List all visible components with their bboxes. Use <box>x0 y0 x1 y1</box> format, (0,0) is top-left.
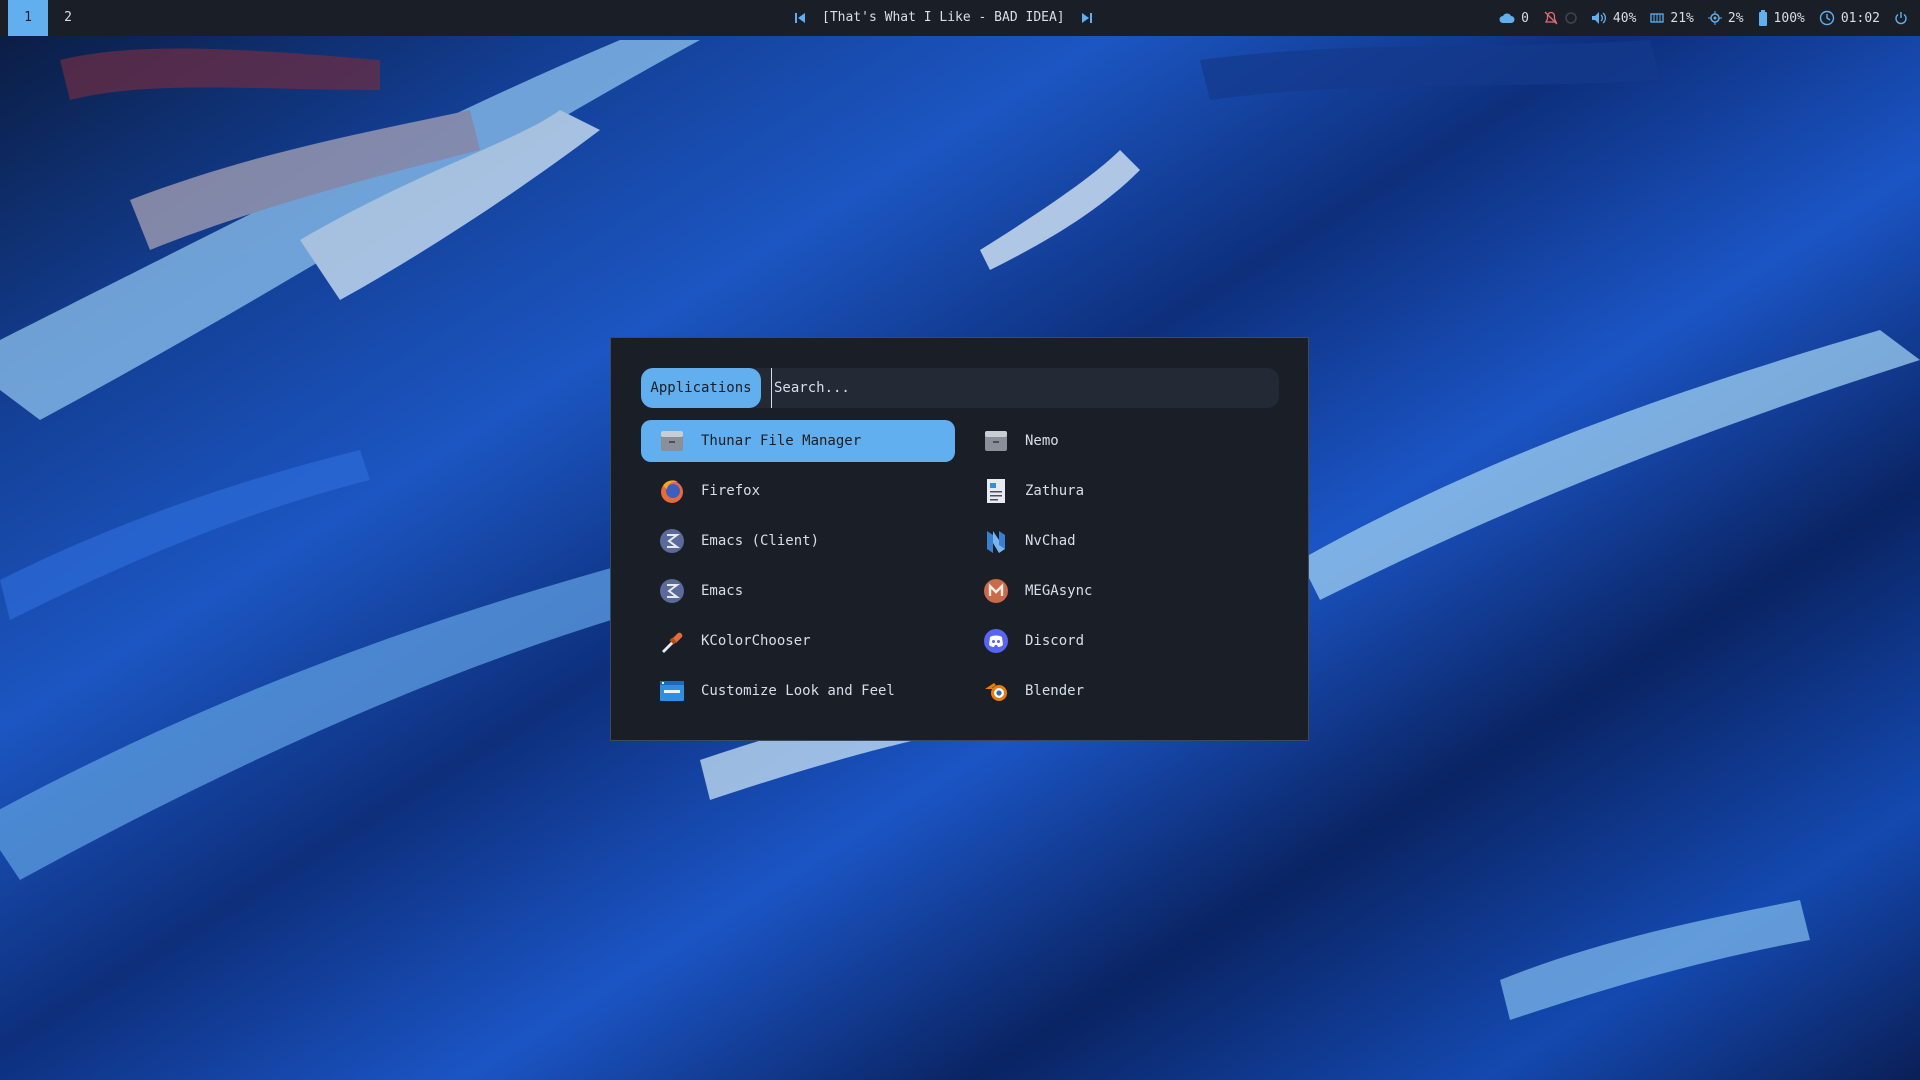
clock-icon <box>1819 10 1835 26</box>
cloud-sync-status[interactable]: 0 <box>1499 11 1529 26</box>
workspace-2-button[interactable]: 2 <box>50 0 86 36</box>
app-label: Thunar File Manager <box>701 433 862 449</box>
cpu-icon <box>1707 11 1722 25</box>
firefox-icon <box>657 476 687 506</box>
app-label: NvChad <box>1025 533 1076 549</box>
battery-status[interactable]: 100% <box>1758 10 1805 26</box>
file-manager-icon <box>657 426 687 456</box>
emacs-icon <box>657 526 687 556</box>
battery-icon <box>1758 10 1768 26</box>
next-track-icon[interactable] <box>1081 12 1093 24</box>
document-viewer-icon <box>981 476 1011 506</box>
app-label: Customize Look and Feel <box>701 683 895 699</box>
volume-level: 40% <box>1612 10 1637 26</box>
app-item-kcolorchooser[interactable]: KColorChooser <box>641 620 955 662</box>
workspace-1-button[interactable]: 1 <box>8 0 48 36</box>
app-item-nemo[interactable]: Nemo <box>965 420 1279 462</box>
discord-icon <box>981 626 1011 656</box>
app-label: Emacs (Client) <box>701 533 820 549</box>
app-item-thunar[interactable]: Thunar File Manager <box>641 420 955 462</box>
app-item-customize-look-and-feel[interactable]: Customize Look and Feel <box>641 670 955 712</box>
clock-time: 01:02 <box>1840 10 1880 26</box>
app-label: MEGAsync <box>1025 583 1093 599</box>
bell-off-icon <box>1543 11 1559 25</box>
color-picker-icon <box>657 626 687 656</box>
neovim-icon <box>981 526 1011 556</box>
launcher-search-bar: Applications <box>641 368 1279 408</box>
cpu-usage: 2% <box>1727 10 1744 26</box>
app-item-blender[interactable]: Blender <box>965 670 1279 712</box>
app-label: Nemo <box>1025 433 1059 449</box>
power-button[interactable] <box>1894 11 1908 25</box>
file-manager-icon <box>981 426 1011 456</box>
record-indicator-icon <box>1565 12 1577 24</box>
app-item-emacs-client[interactable]: Emacs (Client) <box>641 520 955 562</box>
blender-icon <box>981 676 1011 706</box>
now-playing-title: [That's What I Like - BAD IDEA] <box>822 10 1065 25</box>
mode-selector-applications[interactable]: Applications <box>641 368 761 408</box>
app-label: Discord <box>1025 633 1085 649</box>
app-label: Emacs <box>701 583 744 599</box>
memory-usage: 21% <box>1670 10 1694 26</box>
app-item-emacs[interactable]: Emacs <box>641 570 955 612</box>
cpu-status[interactable]: 2% <box>1707 10 1744 26</box>
media-controls: [That's What I Like - BAD IDEA] <box>794 0 1093 36</box>
emacs-icon <box>657 576 687 606</box>
mega-icon <box>981 576 1011 606</box>
clock-status[interactable]: 01:02 <box>1819 10 1880 26</box>
search-input[interactable] <box>771 368 1271 408</box>
notification-status[interactable] <box>1543 11 1577 25</box>
app-label: Zathura <box>1025 483 1085 499</box>
app-item-zathura[interactable]: Zathura <box>965 470 1279 512</box>
app-item-discord[interactable]: Discord <box>965 620 1279 662</box>
power-icon <box>1894 11 1908 25</box>
app-label: KColorChooser <box>701 633 811 649</box>
app-launcher: Applications Thunar File Manager Firefox… <box>610 337 1309 741</box>
memory-icon <box>1650 12 1665 24</box>
status-area: 0 40% 21% 2% 100% 01:02 <box>1499 0 1908 36</box>
top-status-bar: 1 2 [That's What I Like - BAD IDEA] 0 40… <box>0 0 1920 36</box>
app-label: Blender <box>1025 683 1085 699</box>
appearance-settings-icon <box>657 676 687 706</box>
app-label: Firefox <box>701 483 761 499</box>
app-item-megasync[interactable]: MEGAsync <box>965 570 1279 612</box>
previous-track-icon[interactable] <box>794 12 806 24</box>
battery-level: 100% <box>1773 10 1805 26</box>
volume-status[interactable]: 40% <box>1591 11 1636 26</box>
app-item-nvchad[interactable]: NvChad <box>965 520 1279 562</box>
cloud-icon <box>1499 12 1515 24</box>
cloud-count: 0 <box>1521 10 1529 26</box>
volume-icon <box>1591 11 1607 25</box>
memory-status[interactable]: 21% <box>1650 10 1694 26</box>
app-item-firefox[interactable]: Firefox <box>641 470 955 512</box>
